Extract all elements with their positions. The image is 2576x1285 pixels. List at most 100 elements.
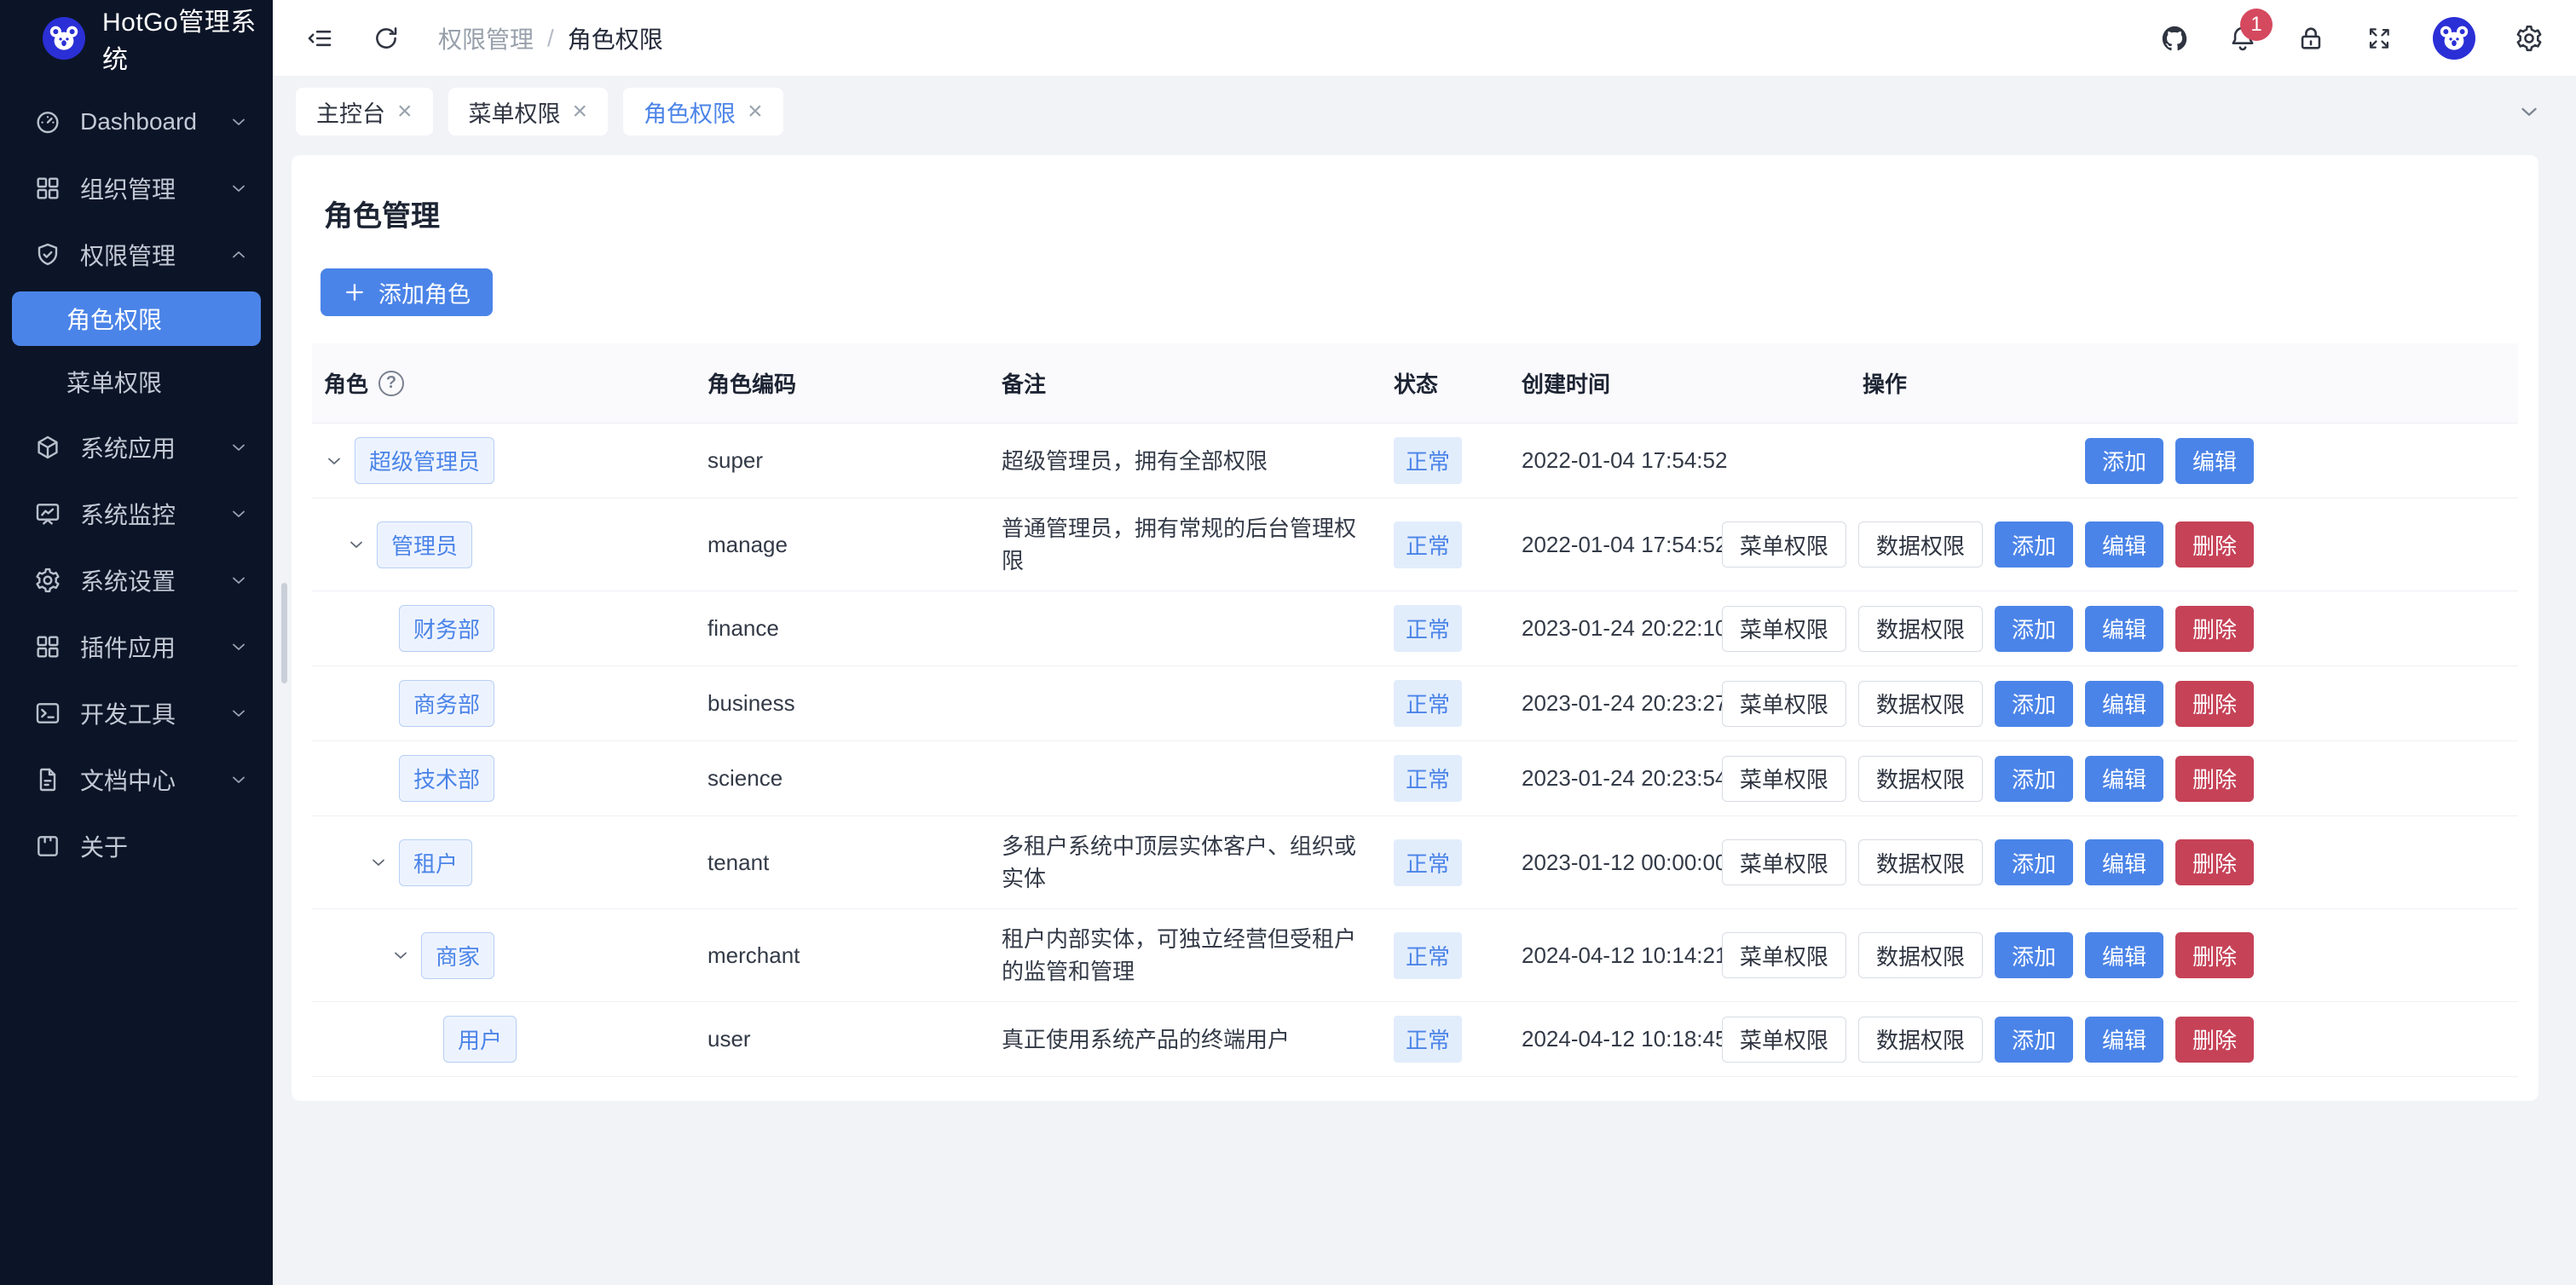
edit-button[interactable]: 编辑 bbox=[2085, 1017, 2163, 1063]
role-status-cell: 正常 bbox=[1382, 424, 1510, 498]
breadcrumb-page[interactable]: 角色权限 bbox=[568, 21, 663, 55]
add-button[interactable]: 添加 bbox=[1995, 606, 2073, 652]
tab-close-icon[interactable]: × bbox=[748, 99, 763, 124]
logo[interactable]: HotGo管理系统 bbox=[0, 0, 273, 77]
settings-gear-icon[interactable] bbox=[2515, 24, 2544, 53]
role-tag: 商务部 bbox=[399, 680, 494, 727]
tab-3[interactable]: 角色权限× bbox=[623, 88, 783, 135]
role-tag: 租户 bbox=[399, 839, 472, 886]
add-button[interactable]: 添加 bbox=[1995, 756, 2073, 802]
content: 角色管理 添加角色 角色?角色编码备注状态创建时间操作 超级管理员super超级… bbox=[273, 147, 2576, 1285]
sidebar-item-permission[interactable]: 权限管理 bbox=[0, 222, 273, 288]
menu-button[interactable]: 菜单权限 bbox=[1722, 839, 1846, 885]
del-button[interactable]: 删除 bbox=[2175, 1017, 2254, 1063]
column-header-4: 状态 bbox=[1382, 343, 1510, 423]
role-status-cell: 正常 bbox=[1382, 919, 1510, 993]
edit-button[interactable]: 编辑 bbox=[2175, 438, 2254, 484]
sidebar-item-dashboard[interactable]: Dashboard bbox=[0, 89, 273, 155]
add-button[interactable]: 添加 bbox=[2085, 438, 2163, 484]
tab-1[interactable]: 主控台 × bbox=[296, 88, 433, 135]
menu-button[interactable]: 菜单权限 bbox=[1722, 606, 1846, 652]
chevron-down-icon bbox=[228, 112, 249, 132]
data-button[interactable]: 数据权限 bbox=[1858, 1017, 1983, 1063]
menu-button[interactable]: 菜单权限 bbox=[1722, 932, 1846, 978]
add-button[interactable]: 添加 bbox=[1995, 1017, 2073, 1063]
lock-icon[interactable] bbox=[2296, 24, 2325, 53]
sidebar-item-system-app[interactable]: 系统应用 bbox=[0, 414, 273, 481]
role-remark-cell: 普通管理员，拥有常规的后台管理权限 bbox=[990, 498, 1382, 591]
data-button[interactable]: 数据权限 bbox=[1858, 606, 1983, 652]
data-button[interactable]: 数据权限 bbox=[1858, 681, 1983, 727]
row-expand-chevron-icon[interactable] bbox=[368, 852, 399, 873]
menu-button[interactable]: 菜单权限 bbox=[1722, 756, 1846, 802]
edit-button[interactable]: 编辑 bbox=[2085, 839, 2163, 885]
sidebar-subitem-menu-permission[interactable]: 菜单权限 bbox=[0, 349, 273, 414]
del-button[interactable]: 删除 bbox=[2175, 606, 2254, 652]
sidebar-item-doc-center[interactable]: 文档中心 bbox=[0, 746, 273, 813]
tab-label: 主控台 bbox=[316, 95, 385, 129]
tab-2[interactable]: 菜单权限× bbox=[448, 88, 609, 135]
column-header-label: 创建时间 bbox=[1522, 367, 1610, 399]
add-button[interactable]: 添加 bbox=[1995, 521, 2073, 568]
tab-close-icon[interactable]: × bbox=[573, 99, 588, 124]
sidebar-item-organization[interactable]: 组织管理 bbox=[0, 155, 273, 222]
avatar[interactable] bbox=[2433, 17, 2475, 60]
sidebar-item-plugin-app[interactable]: 插件应用 bbox=[0, 614, 273, 680]
sidebar-item-dev-tools[interactable]: 开发工具 bbox=[0, 680, 273, 746]
sidebar-item-system-setting[interactable]: 系统设置 bbox=[0, 547, 273, 614]
tree-indent bbox=[324, 628, 368, 629]
sidebar-item-label: Dashboard bbox=[80, 108, 210, 135]
menu-fold-icon[interactable] bbox=[305, 24, 334, 53]
monitor-icon bbox=[34, 500, 61, 527]
status-badge: 正常 bbox=[1394, 839, 1462, 886]
add-button[interactable]: 添加 bbox=[1995, 681, 2073, 727]
github-icon[interactable] bbox=[2160, 24, 2189, 53]
breadcrumb-section[interactable]: 权限管理 bbox=[438, 21, 534, 55]
role-remark-cell bbox=[990, 690, 1382, 717]
add-role-button[interactable]: 添加角色 bbox=[321, 268, 493, 316]
menu-button[interactable]: 菜单权限 bbox=[1722, 681, 1846, 727]
sidebar-subitem-role-permission[interactable]: 角色权限 bbox=[12, 291, 261, 346]
row-expand-chevron-icon[interactable] bbox=[346, 534, 377, 555]
role-actions-cell: 添加编辑 bbox=[1851, 424, 2518, 498]
chevron-up-icon bbox=[228, 245, 249, 265]
tabbar-chevron-down-icon[interactable] bbox=[2516, 99, 2542, 124]
sidebar-item-label: 组织管理 bbox=[80, 171, 210, 205]
data-button[interactable]: 数据权限 bbox=[1858, 839, 1983, 885]
edit-button[interactable]: 编辑 bbox=[2085, 681, 2163, 727]
del-button[interactable]: 删除 bbox=[2175, 839, 2254, 885]
edit-button[interactable]: 编辑 bbox=[2085, 932, 2163, 978]
tabs: 主控台×菜单权限×角色权限× bbox=[296, 88, 783, 135]
role-code-cell: super bbox=[696, 434, 990, 487]
help-icon[interactable]: ? bbox=[378, 371, 404, 396]
bell-icon[interactable]: 1 bbox=[2228, 24, 2257, 53]
add-button[interactable]: 添加 bbox=[1995, 932, 2073, 978]
sidebar-item-about[interactable]: 关于 bbox=[0, 813, 273, 879]
del-button[interactable]: 删除 bbox=[2175, 521, 2254, 568]
sidebar-item-system-monitor[interactable]: 系统监控 bbox=[0, 481, 273, 547]
sidebar-scrollbar[interactable] bbox=[281, 583, 287, 683]
edit-button[interactable]: 编辑 bbox=[2085, 756, 2163, 802]
row-expand-chevron-icon[interactable] bbox=[324, 451, 355, 471]
edit-button[interactable]: 编辑 bbox=[2085, 606, 2163, 652]
column-header-label: 状态 bbox=[1394, 367, 1438, 399]
menu-button[interactable]: 菜单权限 bbox=[1722, 521, 1846, 568]
sidebar-item-label: 文档中心 bbox=[80, 763, 210, 797]
data-button[interactable]: 数据权限 bbox=[1858, 521, 1983, 568]
column-header-label: 角色编码 bbox=[708, 367, 796, 399]
fullscreen-icon[interactable] bbox=[2365, 24, 2394, 53]
add-button[interactable]: 添加 bbox=[1995, 839, 2073, 885]
edit-button[interactable]: 编辑 bbox=[2085, 521, 2163, 568]
row-expand-chevron-icon[interactable] bbox=[390, 945, 421, 965]
del-button[interactable]: 删除 bbox=[2175, 932, 2254, 978]
menu-button[interactable]: 菜单权限 bbox=[1722, 1017, 1846, 1063]
refresh-icon[interactable] bbox=[372, 24, 401, 53]
tab-close-icon[interactable]: × bbox=[397, 99, 413, 124]
data-button[interactable]: 数据权限 bbox=[1858, 932, 1983, 978]
column-header-label: 操作 bbox=[1863, 367, 1907, 399]
del-button[interactable]: 删除 bbox=[2175, 756, 2254, 802]
column-header-2: 角色编码 bbox=[696, 343, 990, 423]
data-button[interactable]: 数据权限 bbox=[1858, 756, 1983, 802]
del-button[interactable]: 删除 bbox=[2175, 681, 2254, 727]
role-created-cell: 2022-01-04 17:54:52 bbox=[1510, 434, 1851, 487]
